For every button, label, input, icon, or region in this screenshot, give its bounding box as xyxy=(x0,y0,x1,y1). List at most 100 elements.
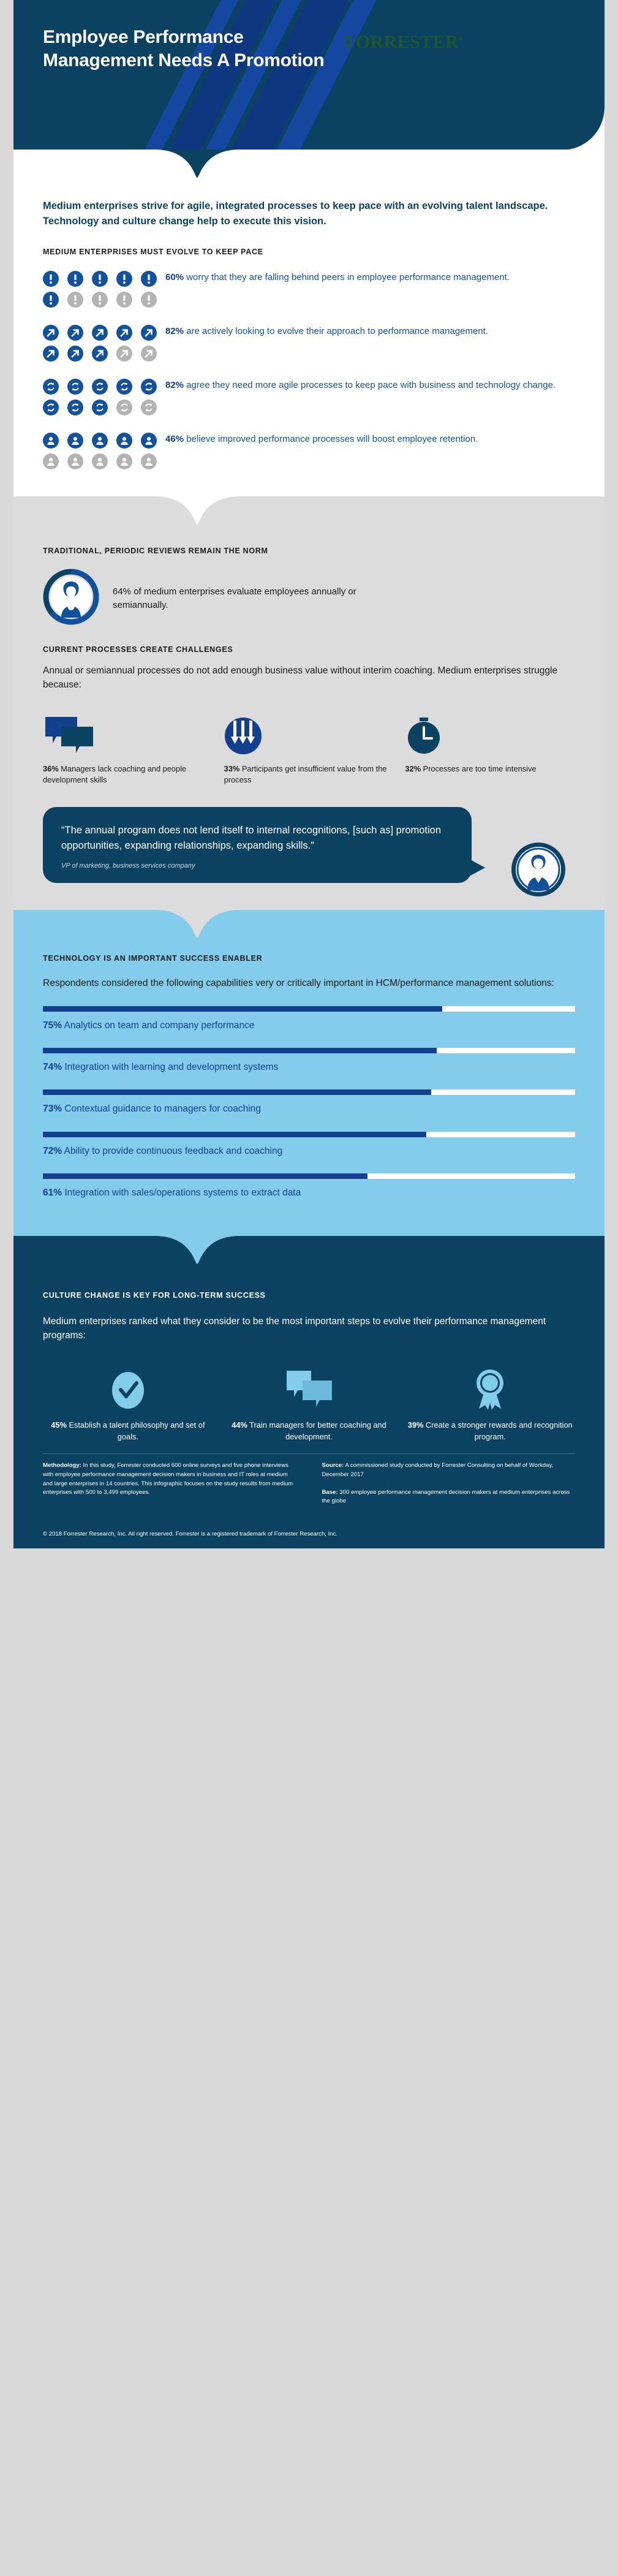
arrow-up-right-icon xyxy=(67,346,83,362)
footer-notes: Methodology: In this study, Forrester co… xyxy=(43,1454,575,1506)
pip-grid-person xyxy=(43,431,165,472)
stat-row: 60% worry that they are falling behind p… xyxy=(43,270,575,310)
base-text: 300 employee performance management deci… xyxy=(322,1488,570,1505)
source-note: Source: A commissioned study conducted b… xyxy=(322,1461,576,1479)
stat-text: 82% agree they need more agile processes… xyxy=(165,377,556,392)
bar-item: 73% Contextual guidance to managers for … xyxy=(43,1089,575,1115)
refresh-cycle-icon xyxy=(43,400,59,416)
bar-category: Ability to provide continuous feedback a… xyxy=(64,1145,283,1156)
arrow-up-right-icon xyxy=(116,346,132,362)
bar-item: 72% Ability to provide continuous feedba… xyxy=(43,1131,575,1157)
infographic-sheet: Employee Performance Management Needs A … xyxy=(13,0,605,1548)
award-ribbon-icon xyxy=(405,1365,575,1411)
stat-percent: 82% xyxy=(165,326,184,337)
arrow-up-right-icon xyxy=(116,325,132,341)
challenge-caption: 33% Participants get insufficient value … xyxy=(224,763,394,786)
header-diagonal-stripes xyxy=(13,0,605,150)
kicker-challenges: CURRENT PROCESSES CREATE CHALLENGES xyxy=(43,645,233,654)
kicker-evolve: MEDIUM ENTERPRISES MUST EVOLVE TO KEEP P… xyxy=(43,248,263,257)
exclamation-icon xyxy=(43,292,59,308)
methodology-note: Methodology: In this study, Forrester co… xyxy=(43,1461,296,1497)
bar-item: 74% Integration with learning and develo… xyxy=(43,1048,575,1074)
culture-columns: 45% Establish a talent philosophy and se… xyxy=(43,1365,575,1442)
arrow-up-right-icon xyxy=(92,325,108,341)
challenge-item: 32% Processes are too time intensive xyxy=(405,708,575,786)
notch-shape xyxy=(154,150,240,178)
quote-text: “The annual program does not lend itself… xyxy=(61,824,442,851)
person-badge-icon xyxy=(43,453,59,470)
kicker-culture: CULTURE CHANGE IS KEY FOR LONG-TERM SUCC… xyxy=(43,1290,266,1300)
bar-label: 74% Integration with learning and develo… xyxy=(43,1061,575,1074)
header-notch xyxy=(13,150,605,178)
stat-text: 60% worry that they are falling behind p… xyxy=(165,270,510,284)
bar-track xyxy=(43,1048,575,1054)
stat-row: 46% believe improved performance process… xyxy=(43,431,575,496)
challenge-text: Participants get insufficient value from… xyxy=(224,763,387,785)
quote-box: “The annual program does not lend itself… xyxy=(43,806,485,883)
stat-percent: 82% xyxy=(165,380,184,391)
stat-percent: 46% xyxy=(165,434,184,445)
bar-item: 61% Integration with sales/operations sy… xyxy=(43,1173,575,1199)
kicker-technology: TECHNOLOGY IS AN IMPORTANT SUCCESS ENABL… xyxy=(43,953,263,963)
culture-body: Medium enterprises ranked what they cons… xyxy=(43,1316,546,1341)
challenge-text: Processes are too time intensive xyxy=(423,763,537,773)
check-circle-icon xyxy=(43,1365,213,1411)
bar-value: 73% xyxy=(43,1104,62,1115)
culture-caption: 44% Train managers for better coaching a… xyxy=(224,1420,394,1442)
pip-grid-arrow xyxy=(43,324,165,364)
base-label: Base: xyxy=(322,1488,338,1496)
person-badge-icon xyxy=(116,433,132,449)
culture-text: Create a stronger rewards and recognitio… xyxy=(425,1420,573,1441)
person-badge-icon xyxy=(141,453,157,470)
gray-notch-shape xyxy=(13,496,605,525)
stat-row: 82% agree they need more agile processes… xyxy=(43,377,575,418)
exclamation-icon xyxy=(141,292,157,308)
arrow-up-right-icon xyxy=(141,325,157,341)
clock-icon xyxy=(405,708,575,755)
blue-notch-shape xyxy=(13,909,605,938)
culture-percent: 44% xyxy=(232,1420,247,1430)
bar-category: Integration with learning and developmen… xyxy=(64,1062,279,1073)
challenge-caption: 32% Processes are too time intensive xyxy=(405,763,575,775)
challenge-percent: 32% xyxy=(405,763,421,773)
person-badge-icon xyxy=(92,433,108,449)
challenge-percent: 33% xyxy=(224,763,240,773)
culture-item: 45% Establish a talent philosophy and se… xyxy=(43,1365,213,1442)
pip-grid-refresh xyxy=(43,377,165,418)
header-banner: Employee Performance Management Needs A … xyxy=(13,0,605,150)
refresh-cycle-icon xyxy=(67,379,83,395)
arrow-up-right-icon xyxy=(141,346,157,362)
refresh-cycle-icon xyxy=(141,400,157,416)
culture-item: 44% Train managers for better coaching a… xyxy=(224,1365,394,1442)
bar-fill xyxy=(43,1131,426,1137)
refresh-cycle-icon xyxy=(67,400,83,416)
culture-percent: 39% xyxy=(407,1420,424,1430)
forrester-logo-text: FORRESTER xyxy=(344,32,459,52)
challenge-text: Managers lack coaching and people develo… xyxy=(43,763,187,785)
culture-caption: 45% Establish a talent philosophy and se… xyxy=(43,1420,213,1442)
reviews-stat-row: 64% of medium enterprises evaluate emplo… xyxy=(43,569,575,628)
challenge-item: 36% Managers lack coaching and people de… xyxy=(43,708,213,786)
bar-label: 73% Contextual guidance to managers for … xyxy=(43,1103,575,1115)
section-reviews-challenges: TRADITIONAL, PERIODIC REVIEWS REMAIN THE… xyxy=(13,496,605,910)
bar-category: Integration with sales/operations system… xyxy=(64,1187,301,1198)
challenges-body: Annual or semiannual processes do not ad… xyxy=(43,665,558,691)
kicker-reviews: TRADITIONAL, PERIODIC REVIEWS REMAIN THE… xyxy=(43,547,268,556)
bar-value: 61% xyxy=(43,1187,62,1198)
arrow-up-right-icon xyxy=(43,346,59,362)
stat-text: 46% believe improved performance process… xyxy=(165,431,478,445)
stat-row: 82% are actively looking to evolve their… xyxy=(43,324,575,364)
culture-percent: 45% xyxy=(51,1420,67,1430)
bar-label: 75% Analytics on team and company perfor… xyxy=(43,1020,575,1032)
donut-avatar xyxy=(43,569,99,628)
stat-description: worry that they are falling behind peers… xyxy=(186,272,510,283)
reviews-stat-text: 64% of medium enterprises evaluate emplo… xyxy=(113,586,356,610)
refresh-cycle-icon xyxy=(116,379,132,395)
intro-lead: Medium enterprises strive for agile, int… xyxy=(43,200,548,227)
exclamation-icon xyxy=(67,292,83,308)
person-badge-icon xyxy=(116,453,132,470)
chat-bubbles-icon xyxy=(224,1365,394,1411)
pip-grid-exclamation xyxy=(43,270,165,310)
person-badge-icon xyxy=(43,433,59,449)
bar-fill xyxy=(43,1173,368,1179)
